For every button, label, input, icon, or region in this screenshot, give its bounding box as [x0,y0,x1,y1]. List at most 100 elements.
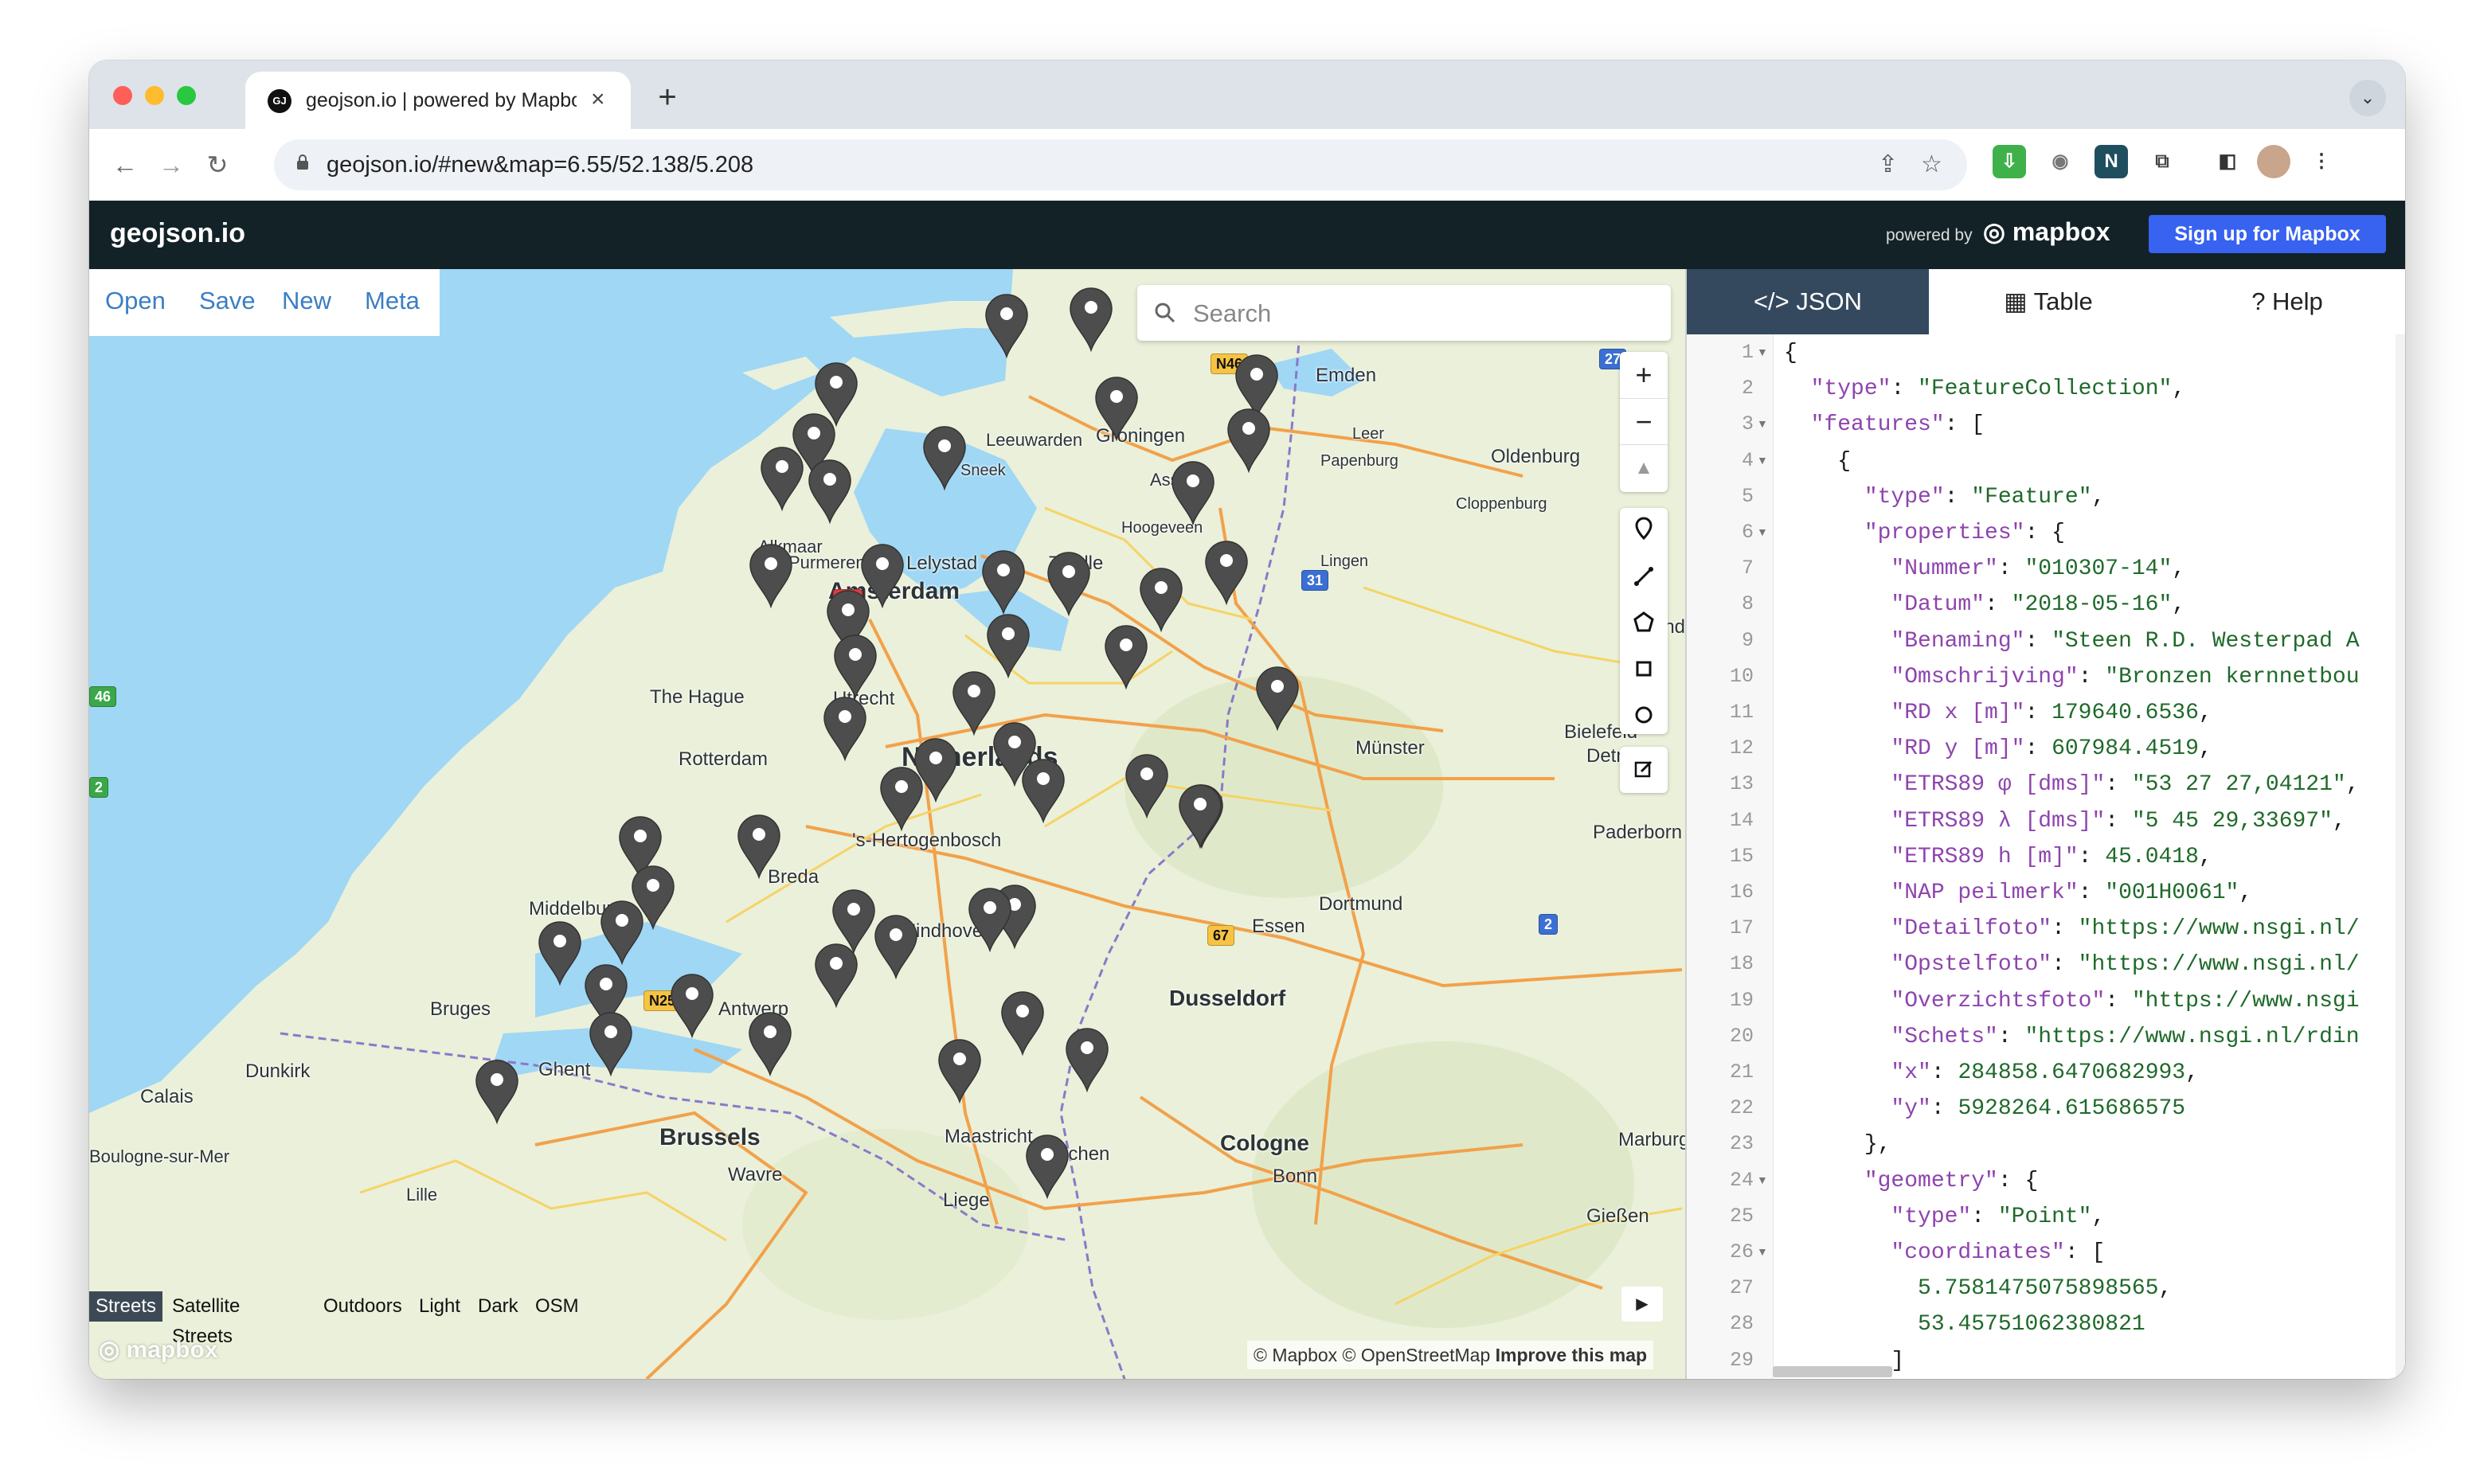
browser-tab[interactable]: GJ geojson.io | powered by Mapbox × [245,72,631,129]
map-marker[interactable] [938,1039,981,1104]
style-osm[interactable]: OSM [529,1291,585,1322]
signup-button[interactable]: Sign up for Mapbox [2149,215,2386,253]
new-tab-icon[interactable]: + [650,81,685,116]
style-light[interactable]: Light [413,1291,467,1322]
maximize-window-button[interactable] [177,86,196,105]
zoom-out-icon[interactable]: − [1620,398,1668,445]
map-marker[interactable] [1001,991,1044,1056]
save-button[interactable]: Save [199,287,256,315]
search-input[interactable]: Search [1137,285,1671,341]
map-marker[interactable] [1105,625,1148,690]
map-marker[interactable] [874,915,917,980]
fold-arrow-icon[interactable]: ▼ [1757,417,1768,430]
fold-arrow-icon[interactable]: ▼ [1757,346,1768,358]
map-marker[interactable] [1095,377,1138,442]
edit-icon[interactable] [1620,747,1668,793]
draw-polygon-icon[interactable] [1620,600,1668,646]
map-marker[interactable] [538,921,581,986]
avatar[interactable] [2257,145,2290,178]
map-marker[interactable] [861,544,904,609]
bookmark-star-icon[interactable]: ☆ [1921,150,1942,178]
vertical-scrollbar[interactable] [2396,334,2405,1379]
extensions-puzzle-icon[interactable]: ⧉ [2145,145,2179,178]
expand-panel-icon[interactable]: ▶ [1621,1287,1663,1322]
map-marker[interactable] [1140,568,1183,633]
fold-arrow-icon[interactable]: ▼ [1757,1174,1768,1186]
address-bar[interactable]: geojson.io/#new&map=6.55/52.138/5.208 ⇪ … [274,139,1967,190]
minimize-window-button[interactable] [145,86,164,105]
map-marker[interactable] [982,550,1025,615]
app-brand[interactable]: geojson.io [110,218,245,249]
map-marker[interactable] [880,767,923,832]
open-button[interactable]: Open [105,287,166,315]
map-marker[interactable] [815,943,858,1009]
map-marker[interactable] [589,1012,632,1077]
map-marker[interactable] [987,614,1030,679]
tab-table[interactable]: ▦ Table [1929,269,2168,334]
map-marker[interactable] [968,888,1011,953]
map-marker[interactable] [1227,408,1270,474]
style-outdoors[interactable]: Outdoors [317,1291,409,1322]
map-marker[interactable] [1205,541,1248,606]
map-marker[interactable] [1171,461,1214,526]
notion-extension-icon[interactable]: N [2095,145,2128,178]
map-marker[interactable] [475,1060,518,1125]
share-icon[interactable]: ⇪ [1878,150,1898,178]
browser-menu-icon[interactable]: ⋮ [2305,145,2338,178]
map-marker[interactable] [808,459,851,525]
draw-marker-icon[interactable] [1620,508,1668,554]
map-marker[interactable] [823,697,866,762]
meta-button[interactable]: Meta [365,287,420,315]
horizontal-scrollbar[interactable] [1773,1366,1892,1377]
new-button[interactable]: New [282,287,331,315]
forward-icon[interactable]: → [151,145,191,185]
map-marker[interactable] [1066,1028,1109,1093]
line-number: 11 [1729,701,1754,724]
download-extension-icon[interactable]: ⇩ [1993,145,2026,178]
back-icon[interactable]: ← [105,145,145,185]
tab-close-icon[interactable]: × [591,86,605,113]
tab-json[interactable]: </> JSON [1687,269,1929,334]
map-marker[interactable] [923,426,966,491]
mapbox-logo[interactable]: ◎ mapbox [1983,217,2110,247]
improve-map-link[interactable]: Improve this map [1496,1345,1647,1365]
map-marker[interactable] [737,814,780,880]
map-marker[interactable] [600,900,643,966]
map-marker[interactable] [985,294,1028,359]
camera-icon[interactable]: ◉ [2044,145,2077,178]
zoom-in-icon[interactable]: + [1620,352,1668,398]
reload-icon[interactable]: ↻ [198,145,237,185]
map-marker[interactable] [749,1012,792,1077]
mapbox-watermark[interactable]: ◎ mapbox [99,1336,218,1364]
tab-search-icon[interactable]: ⌄ [2349,80,2386,116]
map-marker[interactable] [1179,784,1222,849]
map-marker[interactable] [1026,1134,1069,1200]
map-marker[interactable] [834,635,877,700]
map-marker[interactable] [761,447,804,512]
side-panel-icon[interactable]: ◧ [2211,145,2244,178]
map-canvas[interactable]: Emden Leeuwarden Groningen Leer Oldenburg Sne… [89,269,1685,1379]
map-marker[interactable] [1235,354,1278,420]
map-marker[interactable] [671,974,714,1039]
fold-arrow-icon[interactable]: ▼ [1757,454,1768,467]
draw-rectangle-icon[interactable] [1620,646,1668,693]
draw-circle-icon[interactable] [1620,693,1668,739]
fold-arrow-icon[interactable]: ▼ [1757,525,1768,538]
tab-help[interactable]: ? Help [2168,269,2405,334]
map-marker[interactable] [1070,287,1113,353]
style-streets[interactable]: Streets [89,1291,163,1322]
map-marker[interactable] [1256,666,1299,732]
compass-icon[interactable]: ▲ [1620,444,1668,491]
style-dark[interactable]: Dark [471,1291,525,1322]
style-satellite-streets[interactable]: Satellite Streets [166,1291,246,1347]
map-marker[interactable] [832,889,875,955]
json-editor[interactable]: 1 ▼ 2 3 ▼ 4 ▼ 5 6 ▼ 7 8 9 10 11 12 13 14 15 16 17 18 19 20 21 22 2… [1687,334,2396,1379]
draw-line-icon[interactable] [1620,554,1668,600]
map-marker[interactable] [749,544,792,609]
map-marker[interactable] [1125,754,1168,819]
map-marker[interactable] [1022,759,1065,824]
fold-arrow-icon[interactable]: ▼ [1757,1245,1768,1258]
map-marker[interactable] [952,671,995,736]
map-marker[interactable] [1047,552,1090,617]
close-window-button[interactable] [113,86,132,105]
